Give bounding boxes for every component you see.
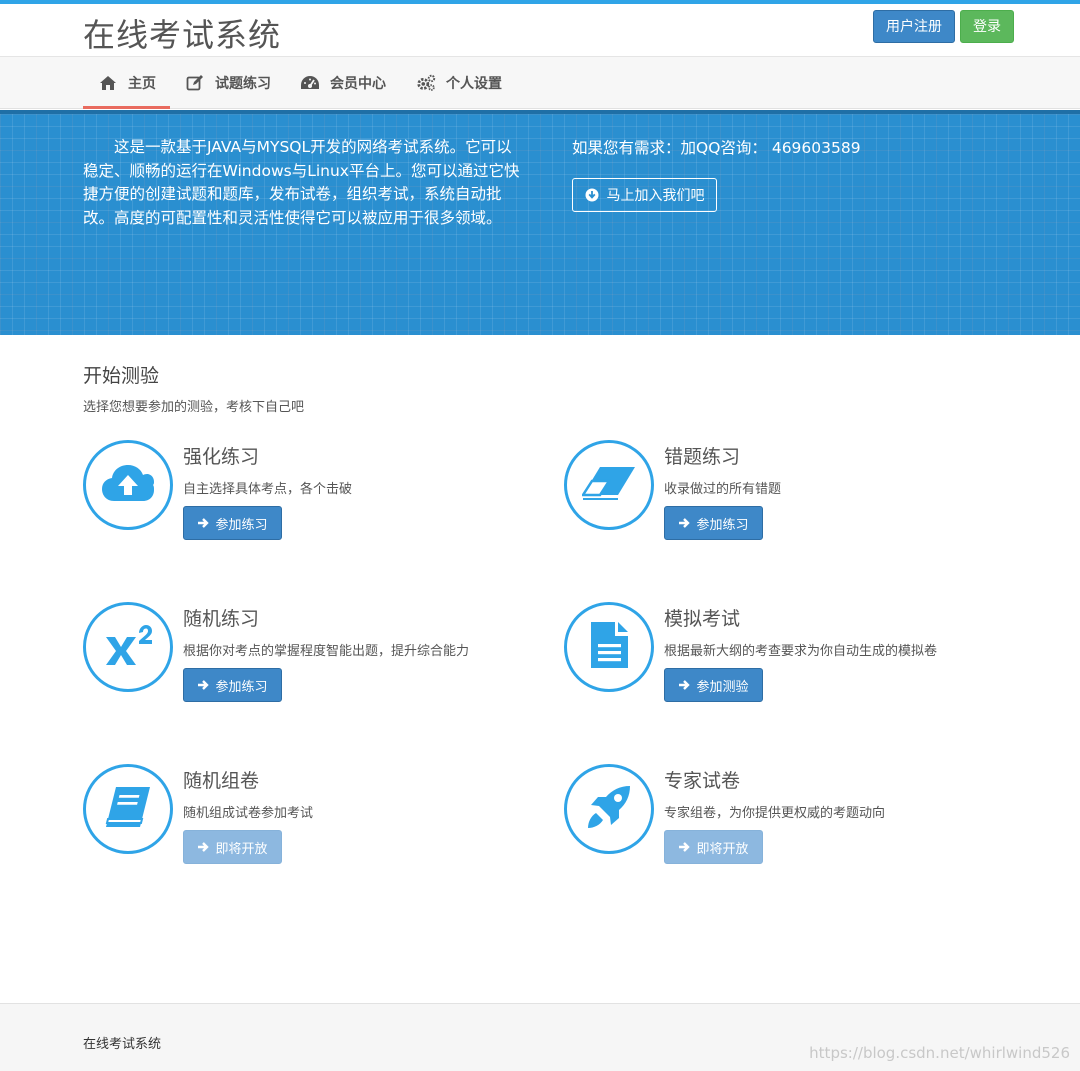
site-title[interactable]: 在线考试系统 (83, 10, 281, 56)
card-icon-circle (564, 764, 654, 854)
nav-item-home[interactable]: 主页 (83, 57, 170, 109)
arrow-right-icon (197, 517, 210, 529)
site-footer: 在线考试系统 https://blog.csdn.net/whirlwind52… (0, 1003, 1080, 1071)
join-us-label: 马上加入我们吧 (606, 188, 705, 204)
register-button[interactable]: 用户注册 (873, 10, 955, 43)
arrow-right-icon (678, 679, 691, 691)
button-label: 即将开放 (696, 841, 749, 857)
card-title: 随机组卷 (183, 770, 260, 792)
main-nav: 主页 试题练习 会员中心 个人设置 (0, 57, 1080, 109)
arrow-right-icon (678, 517, 691, 529)
card-title: 强化练习 (183, 446, 260, 468)
join-practice-button[interactable]: 参加练习 (183, 506, 282, 540)
card-icon-circle (564, 602, 654, 692)
join-us-button[interactable]: 马上加入我们吧 (572, 178, 717, 212)
watermark-text: https://blog.csdn.net/whirlwind526 (809, 1044, 1070, 1062)
nav-item-settings[interactable]: 个人设置 (416, 57, 502, 109)
quiz-card-expert-paper: 专家试卷 专家组卷，为你提供更权威的考题动向 即将开放 (564, 764, 1004, 899)
quiz-card-intensive: 强化练习 自主选择具体考点，各个击破 参加练习 (83, 440, 523, 575)
dashboard-icon (300, 73, 320, 93)
edit-icon (185, 73, 205, 93)
nav-item-practice[interactable]: 试题练习 (185, 57, 271, 109)
nav-item-label: 个人设置 (446, 76, 502, 92)
rocket-icon (586, 784, 632, 834)
button-label: 参加练习 (215, 517, 268, 533)
footer-text: 在线考试系统 (83, 1037, 162, 1052)
document-icon (589, 620, 629, 674)
quiz-card-mistakes: 错题练习 收录做过的所有错题 参加练习 (564, 440, 1004, 575)
card-icon-circle (83, 764, 173, 854)
card-icon-circle (564, 440, 654, 530)
button-label: 参加测验 (696, 679, 749, 695)
login-button[interactable]: 登录 (960, 10, 1014, 43)
nav-item-label: 会员中心 (330, 76, 386, 92)
banner-contact-text: 如果您有需求：加QQ咨询： 469603589 (572, 139, 861, 157)
card-icon-circle (83, 602, 173, 692)
button-label: 参加练习 (215, 679, 268, 695)
button-label: 参加练习 (696, 517, 749, 533)
card-icon-circle (83, 440, 173, 530)
home-icon (98, 73, 118, 93)
card-description: 根据你对考点的掌握程度智能出题，提升综合能力 (183, 644, 470, 659)
quiz-card-mock-exam: 模拟考试 根据最新大纲的考查要求为你自动生成的模拟卷 参加测验 (564, 602, 1004, 737)
nav-item-label: 主页 (128, 76, 156, 92)
arrow-right-icon (197, 679, 210, 691)
arrow-right-icon (197, 841, 210, 853)
card-description: 专家组卷，为你提供更权威的考题动向 (664, 806, 886, 821)
gears-icon (416, 73, 436, 93)
card-description: 根据最新大纲的考查要求为你自动生成的模拟卷 (664, 644, 938, 659)
join-practice-button[interactable]: 参加练习 (183, 668, 282, 702)
nav-item-member[interactable]: 会员中心 (300, 57, 386, 109)
card-description: 自主选择具体考点，各个击破 (183, 482, 353, 497)
card-description: 收录做过的所有错题 (664, 482, 782, 497)
card-title: 专家试卷 (664, 770, 741, 792)
coming-soon-button[interactable]: 即将开放 (664, 830, 763, 864)
join-practice-button[interactable]: 参加练习 (664, 506, 763, 540)
superscript-icon (103, 623, 153, 671)
circle-arrow-down-icon (585, 188, 599, 202)
arrow-right-icon (678, 841, 691, 853)
quiz-card-random-paper: 随机组卷 随机组成试卷参加考试 即将开放 (83, 764, 523, 899)
join-exam-button[interactable]: 参加测验 (664, 668, 763, 702)
hero-banner: 这是一款基于JAVA与MYSQL开发的网络考试系统。它可以稳定、顺畅的运行在Wi… (0, 110, 1080, 335)
quiz-card-random-practice: 随机练习 根据你对考点的掌握程度智能出题，提升综合能力 参加练习 (83, 602, 523, 737)
card-title: 错题练习 (664, 446, 741, 468)
card-title: 随机练习 (183, 608, 260, 630)
button-label: 即将开放 (215, 841, 268, 857)
coming-soon-button[interactable]: 即将开放 (183, 830, 282, 864)
book-icon (104, 785, 152, 833)
site-header: 在线考试系统 用户注册 登录 (0, 4, 1080, 57)
section-subtitle: 选择您想要参加的测验，考核下自己吧 (83, 400, 305, 415)
section-title: 开始测验 (83, 365, 160, 387)
card-title: 模拟考试 (664, 608, 741, 630)
cloud-upload-icon (101, 463, 155, 507)
nav-item-label: 试题练习 (215, 76, 271, 92)
banner-intro-text: 这是一款基于JAVA与MYSQL开发的网络考试系统。它可以稳定、顺畅的运行在Wi… (83, 138, 520, 227)
eraser-icon (580, 465, 636, 505)
card-description: 随机组成试卷参加考试 (183, 806, 314, 821)
